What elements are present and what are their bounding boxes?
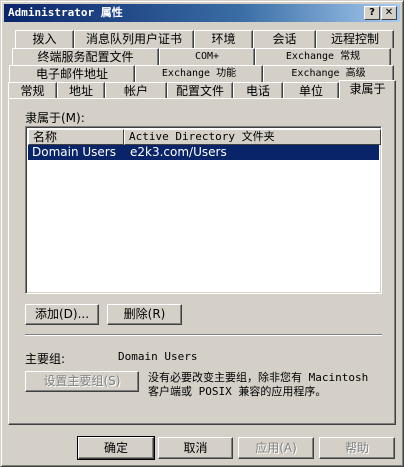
primary-group-note-line2: 客户端或 POSIX 兼容的应用程序。 [148,385,327,398]
window-title: Administrator 属性 [8,6,123,19]
tab-remote-control[interactable]: 远程控制 [316,30,394,48]
member-of-label: 隶属于(M): [25,111,85,125]
cancel-button[interactable]: 取消 [158,437,233,459]
primary-group-value: Domain Users [118,350,198,363]
add-button[interactable]: 添加(D)... [25,304,99,325]
tab-com-plus[interactable]: COM+ [159,48,255,66]
column-header-ad-folder[interactable]: Active Directory 文件夹 [124,129,381,145]
column-header-name[interactable]: 名称 [28,129,124,145]
apply-button[interactable]: 应用(A) [238,437,314,459]
member-of-list[interactable]: 名称 Active Directory 文件夹 Domain Users e2k… [25,126,382,294]
help-icon[interactable]: ? [364,6,380,20]
tab-environment[interactable]: 环境 [194,30,253,48]
remove-button[interactable]: 删除(R) [107,304,182,325]
properties-window: Administrator 属性 ? ✕ 拨入 消息队列用户证书 环境 会话 远… [0,0,404,467]
group-name-cell: Domain Users [32,145,116,159]
table-row[interactable]: Domain Users e2k3.com/Users [28,145,379,160]
help-button[interactable]: 帮助 [319,437,395,459]
tab-terminal-services-profile[interactable]: 终端服务配置文件 [12,48,159,66]
tab-member-of[interactable]: 隶属于 [339,80,396,100]
tab-exchange-features[interactable]: Exchange 功能 [135,65,263,83]
tab-sessions[interactable]: 会话 [253,30,316,48]
separator [25,334,382,336]
group-folder-cell: e2k3.com/Users [130,145,227,159]
set-primary-group-button[interactable]: 设置主要组(S) [25,371,139,392]
tab-msmq-certificates[interactable]: 消息队列用户证书 [74,30,194,48]
tab-dial-in[interactable]: 拨入 [15,30,74,48]
title-bar[interactable]: Administrator 属性 ? ✕ [4,4,400,22]
close-icon[interactable]: ✕ [381,6,397,20]
tab-email-addresses[interactable]: 电子邮件地址 [9,65,135,83]
ok-button[interactable]: 确定 [77,436,155,460]
tab-exchange-general[interactable]: Exchange 常规 [255,48,391,66]
primary-group-label: 主要组: [25,352,66,366]
